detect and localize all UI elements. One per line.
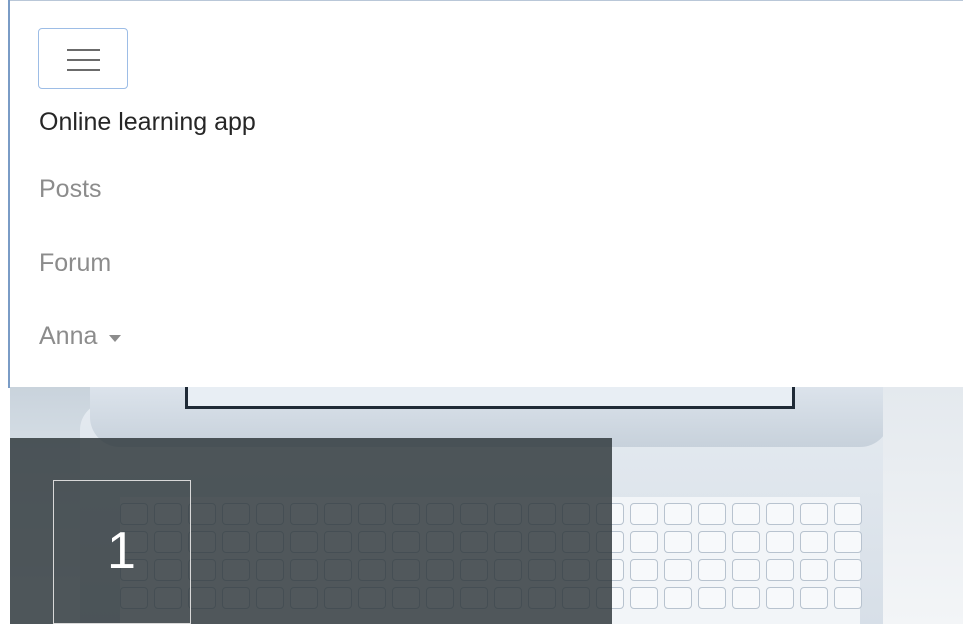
hero-background-right (883, 387, 963, 624)
caret-down-icon (109, 334, 122, 342)
user-name-label: Anna (39, 322, 98, 350)
nav-link-posts[interactable]: Posts (39, 175, 102, 204)
brand-title[interactable]: Online learning app (39, 108, 256, 137)
slide-number: 1 (107, 522, 136, 580)
user-dropdown-toggle[interactable]: Anna (39, 322, 122, 351)
hamburger-menu-icon (67, 47, 100, 72)
laptop-screen-edge (185, 387, 795, 409)
navbar: Online learning app Posts Forum Anna (10, 1, 963, 387)
navbar-toggle-button[interactable] (38, 28, 128, 89)
nav-link-forum[interactable]: Forum (39, 249, 111, 278)
